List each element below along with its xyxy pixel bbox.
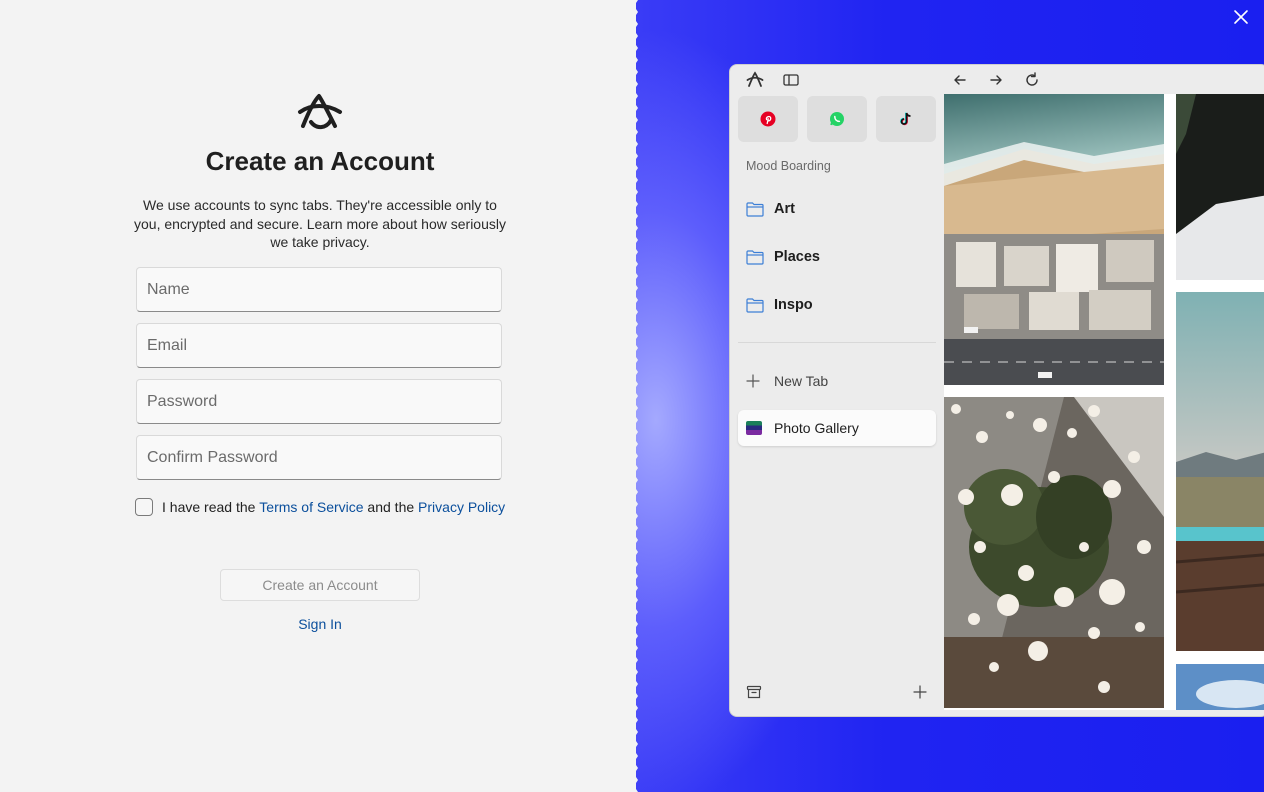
terms-prefix: I have read the [162,499,260,515]
folder-icon [746,298,764,313]
tiktok-icon [900,112,911,126]
email-field[interactable] [136,323,502,368]
password-field[interactable] [136,379,502,424]
favorite-tiktok[interactable] [876,96,936,142]
photo-hanging-lights[interactable] [944,397,1164,708]
new-tab-label: New Tab [774,373,829,389]
arc-logo-small-icon [746,71,764,87]
back-arrow-icon[interactable] [951,71,969,89]
privacy-policy-link[interactable]: Privacy Policy [418,499,505,515]
tab-favicon-icon [746,421,762,435]
plus-icon [746,374,760,388]
tab-label: Photo Gallery [774,420,859,436]
create-account-button[interactable]: Create an Account [220,569,420,601]
folder-icon [746,250,764,265]
photo-beach-aerial[interactable] [944,94,1164,385]
name-field[interactable] [136,267,502,312]
archive-icon[interactable] [746,684,762,700]
page-title: Create an Account [205,146,435,176]
terms-row: I have read the Terms of Service and the… [135,496,505,518]
folder-label: Places [774,249,820,265]
terms-of-service-link[interactable]: Terms of Service [259,499,363,515]
tab-photo-gallery[interactable]: Photo Gallery [738,410,936,446]
signup-description: We use accounts to sync tabs. They're ac… [134,197,506,250]
sidebar-toggle-icon[interactable] [782,71,800,89]
web-content-area [944,94,1264,710]
sign-in-link-text[interactable]: Sign In [298,616,342,632]
folder-places[interactable]: Places [746,245,820,269]
zigzag-edge [630,0,638,792]
favorite-pinterest[interactable] [738,96,798,142]
add-icon[interactable] [912,684,928,700]
terms-checkbox[interactable] [135,498,153,516]
photo-snow-tree[interactable] [1176,94,1264,280]
photo-desert-deck[interactable] [1176,292,1264,651]
folder-icon [746,202,764,217]
folder-label: Inspo [774,297,813,313]
sidebar-divider [738,342,936,343]
folder-art[interactable]: Art [746,197,795,221]
confirm-password-field[interactable] [136,435,502,480]
arc-logo-icon [298,94,342,129]
new-tab-button[interactable]: New Tab [746,370,828,392]
pinterest-icon [760,111,776,127]
photo-blue-sky[interactable] [1176,664,1264,710]
signup-panel: Create an Account We use accounts to syn… [0,0,640,792]
whatsapp-icon [830,112,844,126]
terms-middle: and the [363,499,419,515]
sign-in-link: Sign In [0,616,640,632]
favorite-whatsapp[interactable] [807,96,867,142]
folder-inspo[interactable]: Inspo [746,293,813,317]
forward-arrow-icon[interactable] [987,71,1005,89]
close-icon[interactable] [1232,8,1250,26]
reload-icon[interactable] [1023,71,1041,89]
folder-label: Art [774,201,795,217]
space-label: Mood Boarding [746,159,831,173]
browser-preview: Mood Boarding Art Places Inspo New Tab P… [729,64,1264,717]
